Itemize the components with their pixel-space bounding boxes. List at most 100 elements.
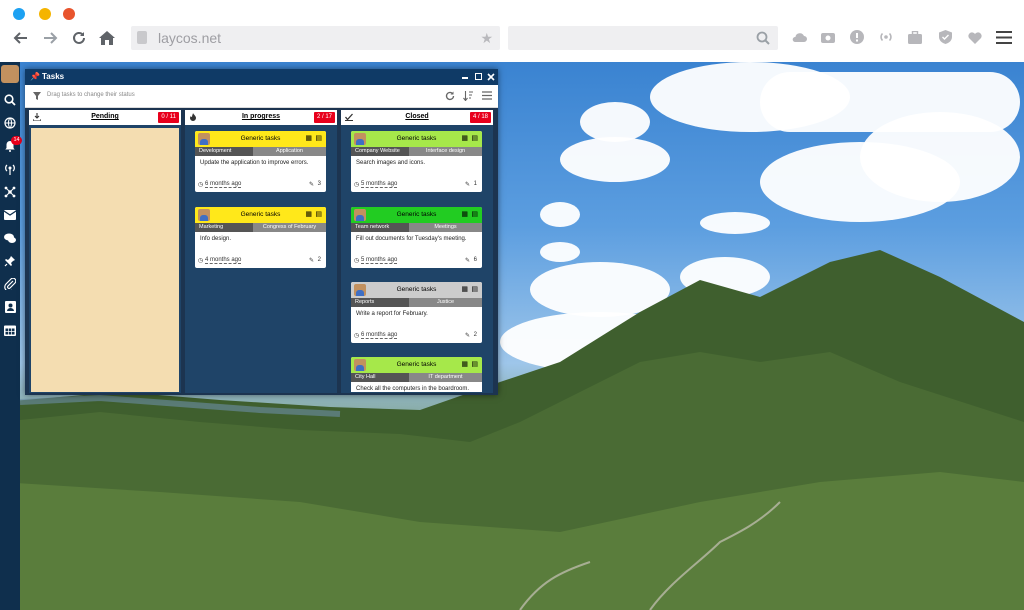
search-icon[interactable]	[756, 31, 770, 45]
column-header: Pending 0 / 11	[29, 110, 181, 125]
cloud-icon[interactable]	[791, 29, 807, 45]
task-card[interactable]: Generic tasks ▦ ▤ Company Website Interf…	[351, 131, 482, 192]
task-tags: Marketing Congress of February	[195, 223, 326, 232]
edit-count: 2	[473, 332, 477, 338]
task-time[interactable]: 5 months ago	[361, 257, 398, 264]
address-bar[interactable]: laycos.net ★	[131, 26, 500, 50]
task-description: Fill out documents for Tuesday's meeting…	[356, 236, 467, 242]
calendar-icon[interactable]: ▦	[461, 210, 468, 218]
subproject-tag: Congress of February	[253, 223, 326, 232]
task-description: Check all the computers in the boardroom…	[356, 386, 470, 392]
home-icon[interactable]	[97, 28, 117, 48]
hamburger-menu-icon[interactable]	[995, 29, 1013, 45]
app-sidebar: 14	[0, 62, 22, 610]
antenna-icon[interactable]	[3, 162, 17, 176]
column-header: In progress 2 / 17	[185, 110, 337, 125]
task-card[interactable]: Generic tasks ▦ ▤ Reports Justice Write …	[351, 282, 482, 343]
edit-count: 1	[473, 181, 477, 187]
window-minimize-dot[interactable]	[39, 8, 51, 20]
task-footer: ◷ 4 months ago ✎ 2	[195, 254, 326, 268]
note-icon[interactable]: ▤	[471, 210, 478, 218]
note-icon[interactable]: ▤	[315, 210, 322, 218]
note-icon[interactable]: ▤	[471, 360, 478, 368]
task-card-header: Generic tasks ▦ ▤	[351, 357, 482, 373]
sort-icon[interactable]	[463, 91, 473, 101]
edit-count: 2	[317, 257, 321, 263]
calendar-icon[interactable]	[3, 323, 17, 337]
task-time[interactable]: 4 months ago	[205, 257, 242, 264]
task-time[interactable]: 6 months ago	[361, 332, 398, 339]
contacts-icon[interactable]	[3, 300, 17, 314]
subproject-tag: IT department	[409, 373, 482, 382]
column-drop-area[interactable]: Generic tasks ▦ ▤ Development Applicatio…	[187, 128, 335, 392]
task-card[interactable]: Generic tasks ▦ ▤ City Hall IT departmen…	[351, 357, 482, 392]
forward-icon[interactable]	[40, 28, 60, 48]
browser-search-input[interactable]	[508, 26, 778, 50]
task-time[interactable]: 5 months ago	[361, 181, 398, 188]
browser-chrome: laycos.net ★	[0, 0, 1024, 63]
task-card-header: Generic tasks ▦ ▤	[195, 131, 326, 147]
mail-icon[interactable]	[3, 208, 17, 222]
briefcase-icon[interactable]	[907, 29, 923, 45]
maximize-icon[interactable]	[475, 73, 482, 80]
task-card[interactable]: Generic tasks ▦ ▤ Development Applicatio…	[195, 131, 326, 192]
minimize-icon[interactable]	[462, 77, 468, 79]
calendar-icon[interactable]: ▦	[461, 285, 468, 293]
column-header: Closed 4 / 18	[341, 110, 493, 125]
chat-icon[interactable]	[3, 231, 17, 245]
column-count-badge: 2 / 17	[313, 112, 335, 123]
pencil-icon: ✎	[464, 258, 470, 264]
calendar-icon[interactable]: ▦	[305, 134, 312, 142]
calendar-icon[interactable]: ▦	[305, 210, 312, 218]
subproject-tag: Interface design	[409, 147, 482, 156]
camera-icon[interactable]	[820, 29, 836, 45]
project-tag: Marketing	[195, 223, 257, 232]
note-icon[interactable]: ▤	[315, 134, 322, 142]
pin-icon[interactable]: 📌	[30, 72, 40, 81]
tasks-window-titlebar[interactable]: 📌 Tasks	[25, 69, 498, 85]
task-card-header: Generic tasks ▦ ▤	[195, 207, 326, 223]
bookmark-star-icon[interactable]: ★	[480, 30, 493, 47]
note-icon[interactable]: ▤	[471, 285, 478, 293]
search-icon[interactable]	[3, 93, 17, 107]
tasks-toolbar: Drag tasks to change their status	[25, 85, 498, 108]
subproject-tag: Meetings	[409, 223, 482, 232]
back-icon[interactable]	[11, 28, 31, 48]
calendar-icon[interactable]: ▦	[461, 134, 468, 142]
list-menu-icon[interactable]	[482, 91, 492, 100]
pin-icon[interactable]	[3, 254, 17, 268]
note-icon[interactable]: ▤	[471, 134, 478, 142]
task-time[interactable]: 6 months ago	[205, 181, 242, 188]
info-icon[interactable]	[849, 29, 865, 45]
refresh-icon[interactable]	[445, 91, 455, 101]
paperclip-icon[interactable]	[3, 277, 17, 291]
column-pending: Pending 0 / 11	[29, 110, 181, 393]
edit-count: 6	[473, 257, 477, 263]
task-footer: ◷ 5 months ago ✎ 1	[351, 178, 482, 192]
close-icon[interactable]	[487, 73, 495, 81]
globe-icon[interactable]	[3, 116, 17, 130]
clock-icon: ◷	[354, 333, 360, 339]
notification-badge: 14	[11, 136, 22, 145]
signal-icon[interactable]	[878, 29, 894, 45]
task-card[interactable]: Generic tasks ▦ ▤ Marketing Congress of …	[195, 207, 326, 268]
window-maximize-dot[interactable]	[63, 8, 75, 20]
column-drop-area[interactable]: Generic tasks ▦ ▤ Company Website Interf…	[343, 128, 491, 392]
project-tag: Company Website	[351, 147, 413, 156]
window-close-dot[interactable]	[13, 8, 25, 20]
network-icon[interactable]	[3, 185, 17, 199]
task-tags: City Hall IT department	[351, 373, 482, 382]
shield-icon[interactable]	[937, 29, 953, 45]
url-text[interactable]: laycos.net	[158, 30, 221, 46]
calendar-icon[interactable]: ▦	[461, 360, 468, 368]
reload-icon[interactable]	[69, 28, 89, 48]
user-avatar[interactable]	[1, 65, 19, 83]
task-footer: ◷ 6 months ago ✎ 3	[195, 178, 326, 192]
pencil-icon: ✎	[464, 333, 470, 339]
task-card[interactable]: Generic tasks ▦ ▤ Team network Meetings …	[351, 207, 482, 268]
task-tags: Development Application	[195, 147, 326, 156]
column-count-badge: 4 / 18	[469, 112, 491, 123]
column-drop-area[interactable]	[31, 128, 179, 392]
filter-icon[interactable]	[33, 92, 41, 100]
heart-icon[interactable]	[967, 29, 983, 45]
